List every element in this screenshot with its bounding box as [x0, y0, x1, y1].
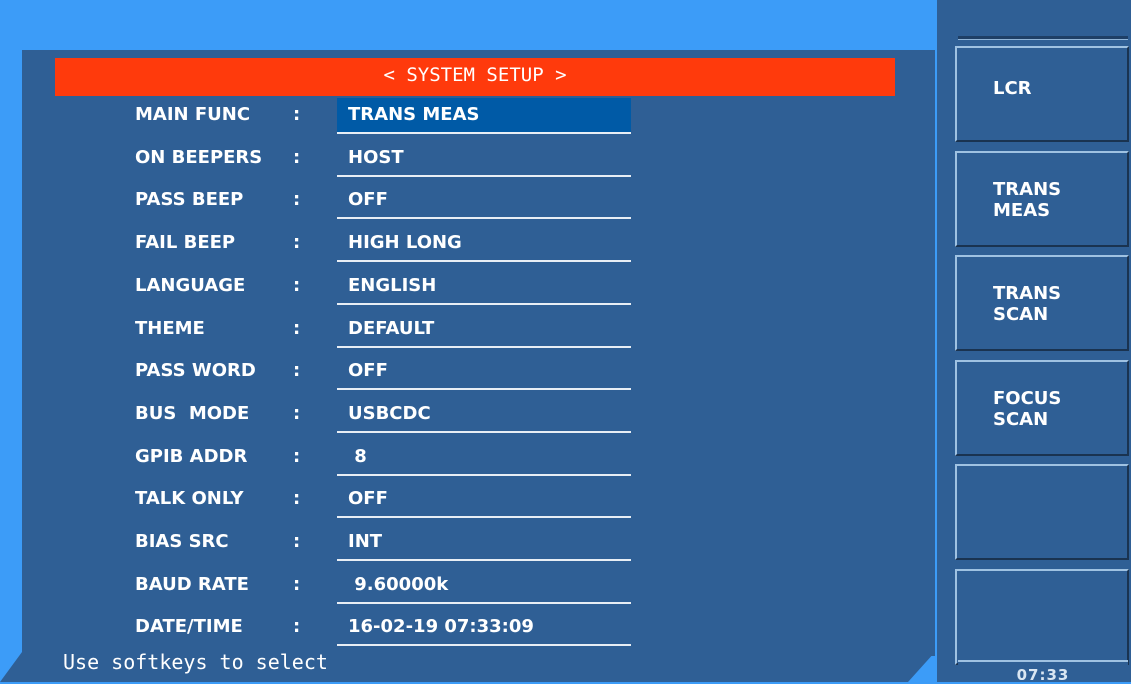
setting-label: BIAS SRC — [135, 531, 229, 552]
clock: 07:33 — [1016, 666, 1070, 684]
setting-label: THEME — [135, 317, 205, 339]
setting-value-field[interactable]: INT — [337, 525, 631, 561]
setting-value-field[interactable]: ENGLISH — [337, 269, 631, 305]
setting-value-field[interactable]: HIGH LONG — [337, 226, 631, 263]
setting-colon: : — [293, 573, 301, 595]
softkey-label: TRANS MEAS — [993, 178, 1062, 221]
setting-colon: : — [293, 274, 301, 296]
setting-colon: : — [293, 104, 301, 125]
setting-value-field[interactable]: HOST — [337, 141, 631, 177]
setting-value-field[interactable]: OFF — [337, 183, 631, 220]
setting-value-field[interactable]: 16-02-19 07:33:09 — [337, 610, 631, 647]
setting-colon: : — [293, 531, 301, 552]
setting-value-field[interactable]: TRANS MEAS — [337, 98, 631, 134]
setting-colon: : — [293, 402, 301, 424]
setting-label: FAIL BEEP — [135, 232, 236, 254]
clock-bar: 07:33 — [958, 660, 1128, 684]
softkey-divider — [958, 36, 1128, 40]
page-title: < SYSTEM SETUP > — [383, 64, 567, 86]
setting-value-field[interactable]: USBCDC — [337, 397, 631, 433]
softkey-label: TRANS SCAN — [993, 283, 1062, 325]
setting-value-field[interactable]: OFF — [337, 482, 631, 519]
setting-colon: : — [293, 488, 301, 510]
softkey-button-5[interactable] — [955, 464, 1129, 560]
setting-value-field[interactable]: 9.60000k — [337, 568, 631, 604]
setting-value-field[interactable]: DEFAULT — [337, 312, 631, 348]
softkey-button-6[interactable] — [955, 568, 1129, 665]
setting-colon: : — [293, 146, 301, 168]
setting-label: BUS MODE — [135, 402, 250, 424]
setting-label: PASS BEEP — [135, 189, 244, 211]
status-message: Use softkeys to select — [63, 650, 328, 674]
setting-colon: : — [293, 189, 301, 211]
setting-label: MAIN FUNC — [135, 104, 251, 125]
setting-label: GPIB ADDR — [135, 445, 248, 467]
setting-colon: : — [293, 317, 301, 339]
softkey-label: LCR — [993, 78, 1032, 99]
setting-value-field[interactable]: 8 — [337, 440, 631, 476]
setting-label: PASS WORD — [135, 360, 256, 382]
setting-colon: : — [293, 445, 301, 467]
setting-label: ON BEEPERS — [135, 146, 263, 168]
softkey-button-3[interactable]: TRANS SCAN — [955, 255, 1129, 351]
softkey-label: FOCUS SCAN — [993, 387, 1062, 430]
softkey-button-4[interactable]: FOCUS SCAN — [955, 359, 1129, 456]
setting-colon: : — [293, 232, 301, 254]
setting-colon: : — [293, 360, 301, 382]
setting-value-field[interactable]: OFF — [337, 354, 631, 391]
setting-colon: : — [293, 616, 301, 638]
title-bar: < SYSTEM SETUP > — [55, 58, 895, 96]
setting-label: LANGUAGE — [135, 274, 246, 296]
setting-label: DATE/TIME — [135, 616, 243, 638]
instrument-screen: < SYSTEM SETUP > MAIN FUNC: TRANS MEAS ON … — [0, 0, 1131, 684]
softkey-button-2[interactable]: TRANS MEAS — [955, 150, 1129, 247]
setting-label: TALK ONLY — [135, 488, 244, 510]
softkey-button-1[interactable]: LCR — [955, 46, 1129, 142]
setting-label: BAUD RATE — [135, 573, 249, 595]
